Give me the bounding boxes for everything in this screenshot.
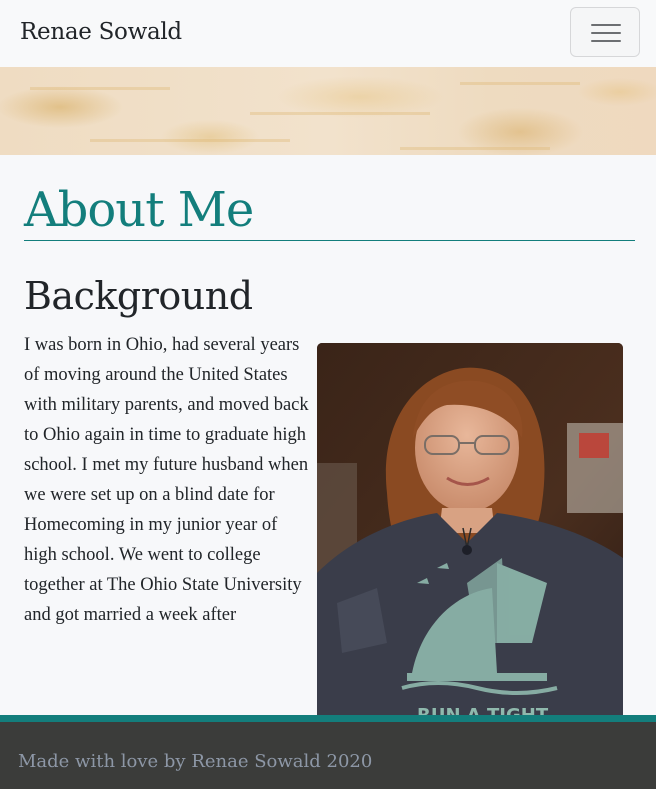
header-banner-image — [0, 67, 656, 155]
footer-text: Made with love by Renae Sowald 2020 — [18, 751, 373, 772]
title-divider — [24, 240, 635, 241]
section-heading: Background — [24, 274, 253, 318]
navbar: Renae Sowald — [0, 0, 656, 67]
brand-link[interactable]: Renae Sowald — [20, 17, 182, 47]
profile-photo: RUN A TIGHT — [317, 343, 623, 723]
footer: Made with love by Renae Sowald 2020 — [0, 715, 656, 789]
background-text: I was born in Ohio, had several years of… — [24, 335, 309, 625]
page-title: About Me — [24, 182, 254, 238]
navbar-toggle-button[interactable] — [570, 7, 640, 57]
